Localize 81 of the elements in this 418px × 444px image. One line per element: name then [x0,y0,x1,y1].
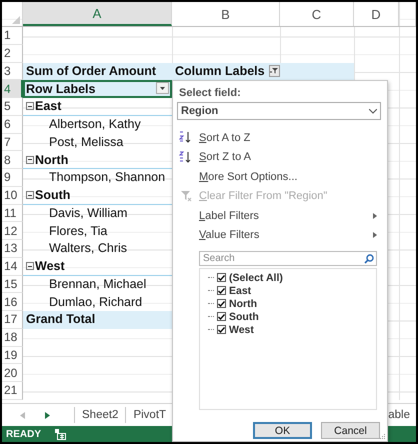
row-number: 12 [2,222,23,240]
dropdown-arrow-icon [160,86,165,90]
column-header[interactable]: D [354,2,399,26]
clear-filter-icon [180,190,192,202]
select-field-label: Select field: [178,87,242,99]
checkbox[interactable] [217,312,226,321]
sheet-tab[interactable]: PivotT [126,409,174,421]
collapse-icon[interactable] [26,262,34,270]
cell-text: East [34,99,62,114]
row-number: 13 [2,240,23,258]
row-number: 18 [2,328,23,346]
row-number: 6 [2,116,23,134]
column-header[interactable]: C [280,2,354,26]
menu-item[interactable]: Sort Z to A [173,148,387,167]
submenu-arrow-icon [373,232,377,238]
cell-text: Walters, Chris [48,241,128,256]
row-number: 4 [2,80,23,98]
sheet-tab[interactable]: Sheet2 [75,409,126,421]
row-number: 9 [2,169,23,187]
menu-item[interactable]: Value Filters [173,226,387,245]
search-field[interactable]: Search [199,251,377,266]
column-header[interactable]: B [172,2,280,26]
collapse-icon[interactable] [26,191,34,200]
cell-text: Brennan, Michael [48,276,146,291]
cell-text: Column Labels [174,64,265,78]
column-header[interactable]: A [23,2,172,26]
search-icon [364,254,374,264]
cell-text: Albertson, Kathy [48,117,141,132]
dialog-button[interactable]: Cancel [321,422,380,439]
cell-text: Davis, William [48,206,128,220]
checkbox[interactable] [217,273,226,282]
row-number: 10 [2,186,23,204]
row-number: 2 [2,44,23,62]
checkbox[interactable] [217,299,226,308]
row-number: 20 [2,364,23,382]
menu-item[interactable]: More Sort Options... [173,167,387,186]
status-text: READY [6,428,42,440]
cell-text: Sum of Order Amount [25,64,156,78]
row-number: 16 [2,293,23,311]
dropdown-button[interactable] [156,82,169,94]
row-number: 3 [2,62,23,80]
row-number: 8 [2,151,23,169]
menu-item[interactable]: Label Filters [173,206,387,226]
selected-cell[interactable]: Row Labels [23,80,172,98]
cell-text: North [34,152,68,167]
checkbox-label: West [229,324,254,336]
menu-item[interactable]: Sort A to Z [173,128,387,148]
sort-descending-icon [179,150,193,164]
spreadsheet-icon[interactable] [55,428,66,440]
cell-text: South [34,188,70,202]
next-sheet-icon[interactable] [45,412,50,418]
cell-text: Grand Total [25,312,96,326]
cell-text: Thompson, Shannon [48,170,166,184]
collapse-icon[interactable] [26,102,34,110]
checkbox-label: North [229,298,257,310]
field-select[interactable]: Region [177,102,381,120]
row-number: 17 [2,311,23,329]
row-number: 1 [2,27,23,45]
row-number: 7 [2,134,23,152]
row-number: 15 [2,276,23,294]
checkbox[interactable] [217,286,226,295]
submenu-arrow-icon [373,212,377,219]
row-number: 5 [2,98,23,116]
cell-text: Dumlao, Richard [48,294,142,309]
cell-text: Post, Melissa [48,134,124,149]
sort-ascending-icon [179,131,193,144]
checkbox-label: East [229,284,252,296]
dialog-button[interactable]: OK [253,422,312,439]
chevron-down-icon [369,108,377,114]
row-number: 11 [2,204,23,222]
filter-button[interactable] [268,64,280,77]
checkbox[interactable] [217,325,226,334]
cell-text: West [34,259,65,274]
checkbox-label: South [229,310,259,322]
collapse-icon[interactable] [26,156,34,164]
row-number: 21 [2,382,23,400]
row-number: 19 [2,346,23,364]
row-number: 14 [2,258,23,276]
checkbox-label: (Select All) [229,272,283,284]
cell-text: Flores, Tia [48,224,108,238]
cell-text: Row Labels [25,82,96,96]
